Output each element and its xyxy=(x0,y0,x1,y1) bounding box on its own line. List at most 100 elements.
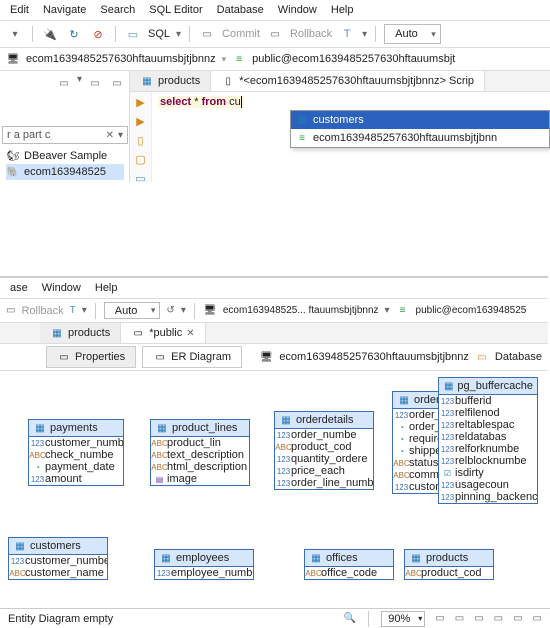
menu-item[interactable]: Help xyxy=(95,282,118,294)
tool-icon[interactable]: ▯ xyxy=(132,134,150,147)
sql-label[interactable]: SQL xyxy=(148,28,170,40)
er-table-customers[interactable]: ▦customers123customer_numbeABCcustomer_n… xyxy=(8,537,108,580)
er-column: ABCtext_description xyxy=(151,449,249,461)
auto-combo[interactable]: Auto xyxy=(384,24,441,44)
dropdown-icon[interactable]: ▾ xyxy=(6,25,24,43)
er-table-payments[interactable]: ▦payments123customer_numbeABCcheck_numbe… xyxy=(28,419,124,486)
menu-sqleditor[interactable]: SQL Editor xyxy=(149,4,202,16)
autocomplete-item[interactable]: ▦ customers xyxy=(291,111,549,129)
er-column: 123relblocknumbe xyxy=(439,455,537,467)
tool-icon[interactable]: ▭ xyxy=(474,613,483,624)
menu-edit[interactable]: Edit xyxy=(10,4,29,16)
refresh-icon[interactable]: ↻ xyxy=(65,25,83,43)
er-column: ABCproduct_cod xyxy=(275,441,373,453)
rollback-icon[interactable]: ▭ xyxy=(6,305,15,316)
er-column: 123reltablespac xyxy=(439,419,537,431)
menu-window[interactable]: Window xyxy=(278,4,317,16)
rollback-icon[interactable]: ▭ xyxy=(266,25,284,43)
tool-icon[interactable]: ▭ xyxy=(132,172,150,185)
er-column: 123reldatabas xyxy=(439,431,537,443)
close-icon[interactable]: ✕ xyxy=(186,328,194,339)
commit-button[interactable]: Commit xyxy=(222,28,260,40)
breadcrumb-conn[interactable]: public@ecom1639485257630hftauumsbjt xyxy=(252,53,455,65)
stop-icon[interactable]: ⊘ xyxy=(89,25,107,43)
menu-navigate[interactable]: Navigate xyxy=(43,4,86,16)
tree-node[interactable]: 🐘 ecom163948525 xyxy=(6,164,124,180)
er-table-product_lines[interactable]: ▦product_linesABCproduct_linABCtext_desc… xyxy=(150,419,250,486)
tab-public[interactable]: ▭*public ✕ xyxy=(121,323,205,343)
breadcrumb-db[interactable]: ecom1639485257630hftauumsbjtjbnnz xyxy=(26,53,216,65)
tx-icon[interactable]: T xyxy=(70,305,76,316)
new-sql-icon[interactable]: ▭ xyxy=(124,25,142,43)
tool-icon[interactable]: ▭ xyxy=(513,613,522,624)
menu-search[interactable]: Search xyxy=(100,4,135,16)
tab-script[interactable]: ▯ *<ecom1639485257630hftauumsbjtjbnnz> S… xyxy=(211,71,485,91)
tab-products[interactable]: ▦ products xyxy=(130,71,211,91)
tx-icon[interactable]: T xyxy=(338,25,356,43)
subtab-properties[interactable]: ▭Properties xyxy=(46,346,136,368)
run-plus-icon[interactable]: ▶ xyxy=(132,115,150,128)
er-column: 123bufferid xyxy=(439,395,537,407)
db-icon: 🐘 xyxy=(6,165,20,179)
menu-help[interactable]: Help xyxy=(331,4,354,16)
sql-dropdown-icon[interactable]: ▾ xyxy=(176,29,181,40)
subtab-erdiagram[interactable]: ▭ER Diagram xyxy=(142,346,242,368)
clear-icon[interactable]: ✕ xyxy=(106,130,114,141)
folder-icon: ▭ xyxy=(475,350,489,364)
plug-icon[interactable]: 🔌 xyxy=(41,25,59,43)
script-icon: ▯ xyxy=(221,74,235,88)
er-column: 123order_numbe xyxy=(275,429,373,441)
er-table-orderdetails[interactable]: ▦orderdetails123order_numbeABCproduct_co… xyxy=(274,411,374,490)
er-table-offices[interactable]: ▦officesABCoffice_code xyxy=(304,549,394,580)
rollback-button[interactable]: Rollback xyxy=(21,305,63,317)
tree-node[interactable]: 🐿 DBeaver Sample xyxy=(6,148,124,164)
er-table-employees[interactable]: ▦employees123employee_numbe xyxy=(154,549,254,580)
er-table-products[interactable]: ▦productsABCproduct_cod xyxy=(404,549,494,580)
er-column: 123employee_numbe xyxy=(155,567,253,579)
er-column: ABCproduct_lin xyxy=(151,437,249,449)
diagram-icon: ▭ xyxy=(153,350,167,364)
footer-db[interactable]: ecom1639485257630hftauumsbjtjbnnz xyxy=(279,351,469,363)
table-icon: ▦ xyxy=(159,551,173,565)
er-column: ABCcheck_numbe xyxy=(29,449,123,461)
sql-editor[interactable]: select * from cu ▦ customers ≡ ecom16394… xyxy=(152,92,550,182)
status-label: Entity Diagram empty xyxy=(8,613,113,625)
commit-icon[interactable]: ▭ xyxy=(198,25,216,43)
tab-products[interactable]: ▦products xyxy=(40,323,121,343)
table-icon: ▦ xyxy=(33,421,47,435)
rollback-button[interactable]: Rollback xyxy=(290,28,332,40)
er-column: 123usagecoun xyxy=(439,479,537,491)
server-icon: 🖥 xyxy=(203,304,217,318)
tool-icon[interactable]: ▢ xyxy=(132,153,150,166)
table-icon: ▦ xyxy=(309,551,323,565)
breadcrumb-db[interactable]: ecom163948525... ftauumsbjtjbnnz xyxy=(223,305,379,316)
nav-filter-input[interactable]: r a part c ✕ ▾ xyxy=(2,126,128,144)
er-column: ◔payment_date xyxy=(29,461,123,473)
breadcrumb-conn[interactable]: public@ecom163948525 xyxy=(416,305,527,316)
breadcrumb: 🖥 ecom1639485257630hftauumsbjtjbnnz ▾ ≡ … xyxy=(0,48,550,71)
auto-combo[interactable]: Auto xyxy=(104,302,161,319)
panel2-tabs: ▦products ▭*public ✕ xyxy=(0,323,548,344)
tool-icon[interactable]: ▭ xyxy=(455,613,464,624)
er-column: 123quantity_ordere xyxy=(275,453,373,465)
autocomplete-item[interactable]: ≡ ecom1639485257630hftauumsbjtjbnn xyxy=(291,129,549,147)
menu-item[interactable]: Window xyxy=(42,282,81,294)
search-icon[interactable]: 🔍 xyxy=(344,613,356,624)
er-table-pg_buffercache[interactable]: ▦pg_buffercache123bufferid123relfilenod1… xyxy=(438,377,538,504)
footer-databases[interactable]: Database xyxy=(495,351,542,363)
tool-icon[interactable]: ▭ xyxy=(533,613,542,624)
server-icon: 🖥 xyxy=(259,350,273,364)
menu-item[interactable]: ase xyxy=(10,282,28,294)
tool-icon[interactable]: ▭ xyxy=(435,613,444,624)
run-icon[interactable]: ▶ xyxy=(132,96,150,109)
tool-icon[interactable]: ▭ xyxy=(494,613,503,624)
history-icon[interactable]: ↺ xyxy=(166,305,174,316)
tool-icon[interactable]: ▭ xyxy=(108,74,126,92)
tool-icon[interactable]: ▭ xyxy=(55,74,73,92)
table-icon: ▦ xyxy=(397,393,411,407)
menu-database[interactable]: Database xyxy=(217,4,264,16)
zoom-combo[interactable]: 90% xyxy=(381,611,425,627)
database-icon: ≡ xyxy=(232,52,246,66)
tool-icon[interactable]: ▭ xyxy=(86,74,104,92)
er-diagram-canvas[interactable]: ▦payments123customer_numbeABCcheck_numbe… xyxy=(0,371,548,601)
